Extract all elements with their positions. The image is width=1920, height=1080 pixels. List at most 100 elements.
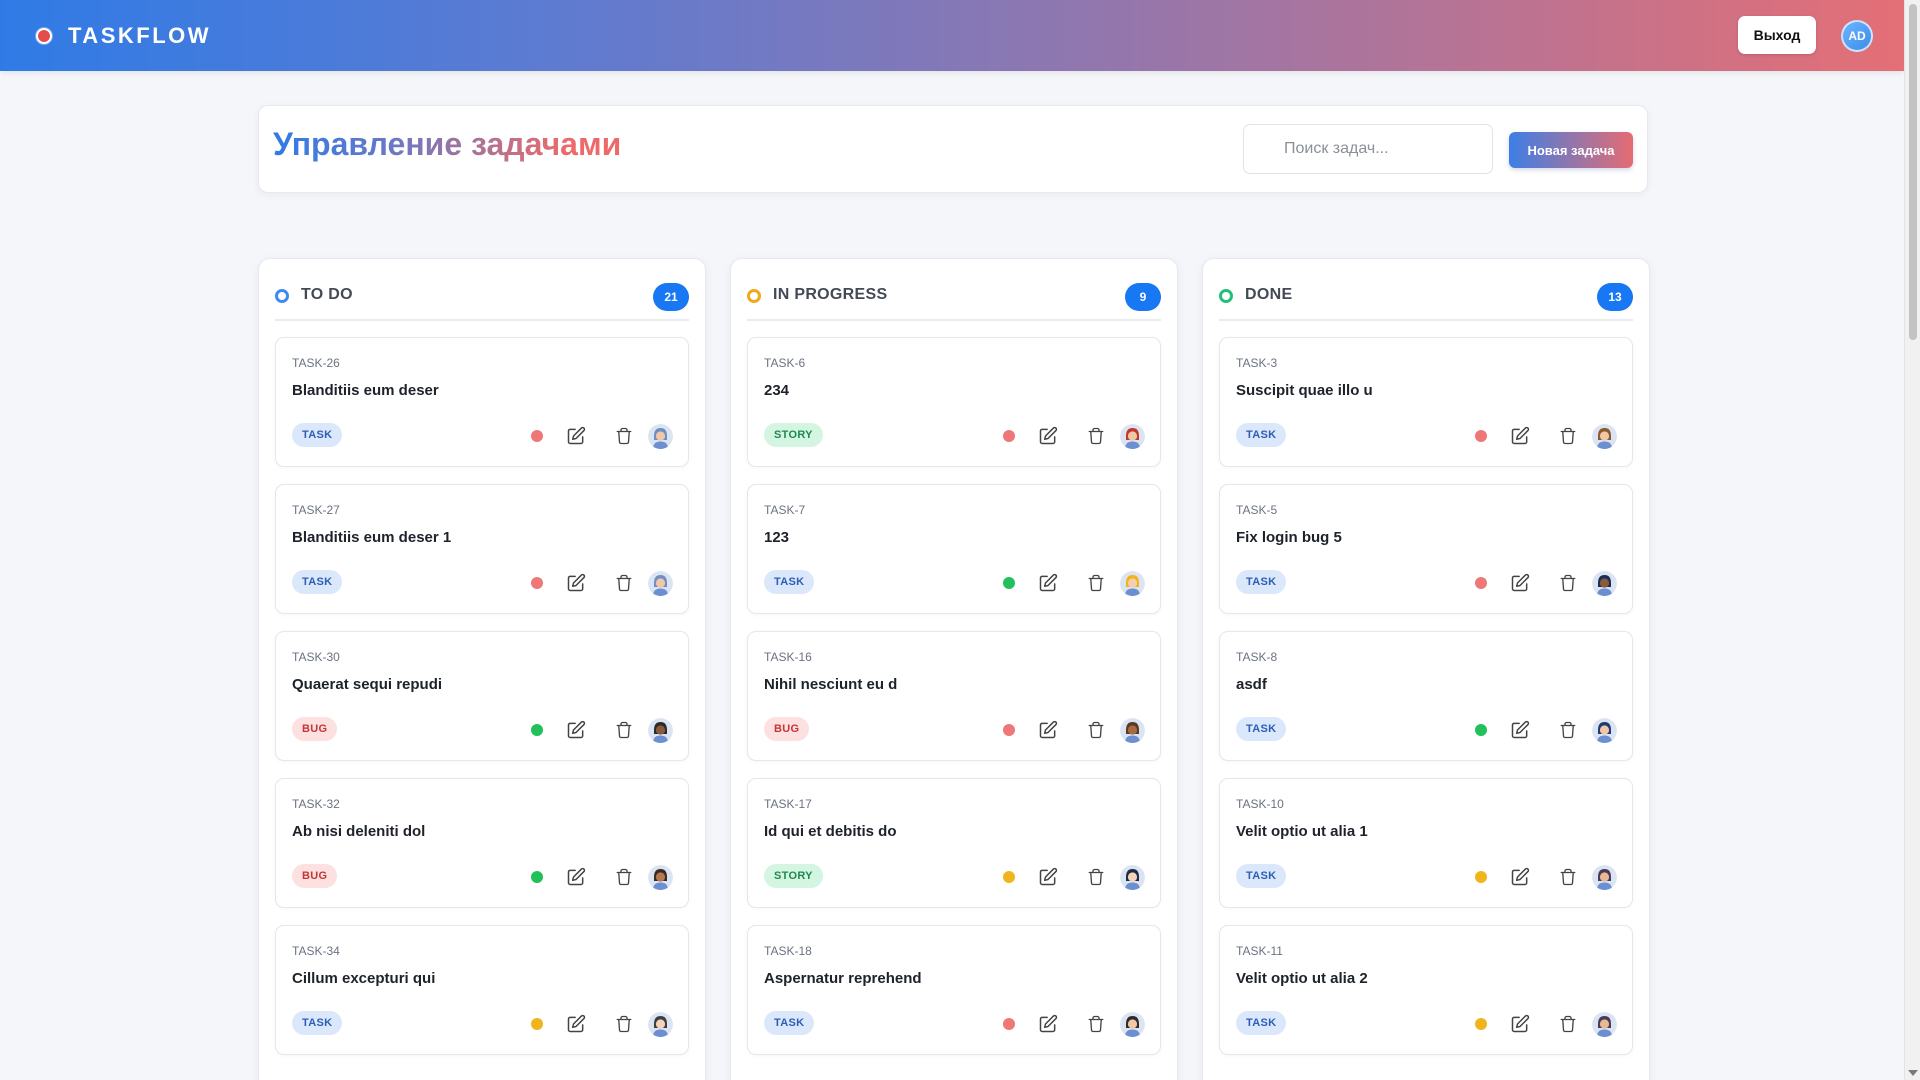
task-title: 234: [764, 382, 790, 399]
task-card[interactable]: TASK-8 asdf TASK: [1219, 631, 1633, 761]
trash-icon[interactable]: [613, 719, 635, 741]
trash-icon[interactable]: [613, 425, 635, 447]
column-title: TO DO: [301, 286, 353, 303]
assignee-avatar[interactable]: [648, 865, 673, 890]
priority-dot-icon: [1003, 871, 1015, 883]
task-type-badge: TASK: [292, 423, 343, 447]
task-card[interactable]: TASK-7 123 TASK: [747, 484, 1161, 614]
task-id: TASK-5: [1236, 503, 1278, 517]
trash-icon[interactable]: [613, 572, 635, 594]
edit-icon[interactable]: [1509, 425, 1531, 447]
trash-icon[interactable]: [1557, 866, 1579, 888]
task-card[interactable]: TASK-10 Velit optio ut alia 1 TASK: [1219, 778, 1633, 908]
edit-icon[interactable]: [565, 866, 587, 888]
task-id: TASK-8: [1236, 650, 1278, 664]
task-type-badge: TASK: [764, 570, 815, 594]
task-card[interactable]: TASK-3 Suscipit quae illo u TASK: [1219, 337, 1633, 467]
task-id: TASK-3: [1236, 356, 1278, 370]
task-card[interactable]: TASK-32 Ab nisi deleniti dol BUG: [275, 778, 689, 908]
trash-icon[interactable]: [613, 866, 635, 888]
assignee-avatar[interactable]: [648, 1012, 673, 1037]
assignee-avatar[interactable]: [1120, 865, 1145, 890]
priority-dot-icon: [531, 871, 543, 883]
edit-icon[interactable]: [565, 572, 587, 594]
priority-dot-icon: [1475, 871, 1487, 883]
column-status-icon: [1219, 289, 1233, 303]
assignee-avatar[interactable]: [648, 718, 673, 743]
assignee-avatar[interactable]: [1592, 424, 1617, 449]
priority-dot-icon: [531, 1018, 543, 1030]
page-title: Управление задачами: [273, 126, 622, 162]
assignee-avatar[interactable]: [1120, 424, 1145, 449]
trash-icon[interactable]: [613, 1013, 635, 1035]
new-task-button[interactable]: Новая задача: [1509, 132, 1633, 168]
column-header: DONE 13: [1219, 283, 1633, 321]
trash-icon[interactable]: [1085, 866, 1107, 888]
search-input[interactable]: [1243, 124, 1493, 174]
assignee-avatar[interactable]: [1592, 718, 1617, 743]
trash-icon[interactable]: [1085, 572, 1107, 594]
assignee-avatar[interactable]: [648, 424, 673, 449]
brand[interactable]: TASKFLOW: [36, 23, 211, 49]
trash-icon[interactable]: [1557, 572, 1579, 594]
task-id: TASK-32: [292, 797, 340, 811]
task-card[interactable]: TASK-18 Aspernatur reprehend TASK: [747, 925, 1161, 1055]
edit-icon[interactable]: [1037, 572, 1059, 594]
brand-name: TASKFLOW: [68, 22, 212, 48]
scroll-down-arrow-icon[interactable]: [1908, 1070, 1918, 1076]
page-scrollbar[interactable]: [1904, 0, 1920, 1080]
task-title: Quaerat sequi repudi: [292, 676, 443, 693]
task-title: Suscipit quae illo u: [1236, 382, 1373, 399]
user-avatar[interactable]: AD: [1841, 20, 1873, 52]
assignee-avatar[interactable]: [1592, 1012, 1617, 1037]
edit-icon[interactable]: [1037, 866, 1059, 888]
task-card[interactable]: TASK-34 Cillum excepturi qui TASK: [275, 925, 689, 1055]
edit-icon[interactable]: [565, 719, 587, 741]
task-title: asdf: [1236, 676, 1267, 693]
task-card[interactable]: TASK-6 234 STORY: [747, 337, 1161, 467]
task-id: TASK-27: [292, 503, 340, 517]
trash-icon[interactable]: [1557, 1013, 1579, 1035]
assignee-avatar[interactable]: [1120, 571, 1145, 596]
trash-icon[interactable]: [1557, 719, 1579, 741]
scrollbar-thumb[interactable]: [1909, 4, 1917, 340]
edit-icon[interactable]: [1509, 719, 1531, 741]
task-id: TASK-34: [292, 944, 340, 958]
trash-icon[interactable]: [1557, 425, 1579, 447]
task-card[interactable]: TASK-17 Id qui et debitis do STORY: [747, 778, 1161, 908]
edit-icon[interactable]: [565, 1013, 587, 1035]
priority-dot-icon: [531, 577, 543, 589]
assignee-avatar[interactable]: [1592, 571, 1617, 596]
trash-icon[interactable]: [1085, 425, 1107, 447]
trash-icon[interactable]: [1085, 1013, 1107, 1035]
edit-icon[interactable]: [1037, 719, 1059, 741]
task-card[interactable]: TASK-16 Nihil nesciunt eu d BUG: [747, 631, 1161, 761]
task-type-badge: TASK: [1236, 1011, 1287, 1035]
task-card[interactable]: TASK-11 Velit optio ut alia 2 TASK: [1219, 925, 1633, 1055]
task-card[interactable]: TASK-5 Fix login bug 5 TASK: [1219, 484, 1633, 614]
assignee-avatar[interactable]: [1592, 865, 1617, 890]
column-count-badge: 21: [653, 283, 689, 311]
task-title: 123: [764, 529, 790, 546]
column-status-icon: [275, 289, 289, 303]
assignee-avatar[interactable]: [648, 571, 673, 596]
edit-icon[interactable]: [1037, 1013, 1059, 1035]
edit-icon[interactable]: [1509, 1013, 1531, 1035]
task-card[interactable]: TASK-27 Blanditiis eum deser 1 TASK: [275, 484, 689, 614]
assignee-avatar[interactable]: [1120, 718, 1145, 743]
assignee-avatar[interactable]: [1120, 1012, 1145, 1037]
task-card[interactable]: TASK-26 Blanditiis eum deser TASK: [275, 337, 689, 467]
edit-icon[interactable]: [1037, 425, 1059, 447]
priority-dot-icon: [1475, 1018, 1487, 1030]
trash-icon[interactable]: [1085, 719, 1107, 741]
task-title: Fix login bug 5: [1236, 529, 1342, 546]
edit-icon[interactable]: [1509, 866, 1531, 888]
edit-icon[interactable]: [565, 425, 587, 447]
priority-dot-icon: [1003, 577, 1015, 589]
edit-icon[interactable]: [1509, 572, 1531, 594]
task-id: TASK-17: [764, 797, 812, 811]
column-header: TO DO 21: [275, 283, 689, 321]
column-count-badge: 13: [1597, 283, 1633, 311]
logout-button[interactable]: Выход: [1738, 16, 1816, 54]
task-card[interactable]: TASK-30 Quaerat sequi repudi BUG: [275, 631, 689, 761]
